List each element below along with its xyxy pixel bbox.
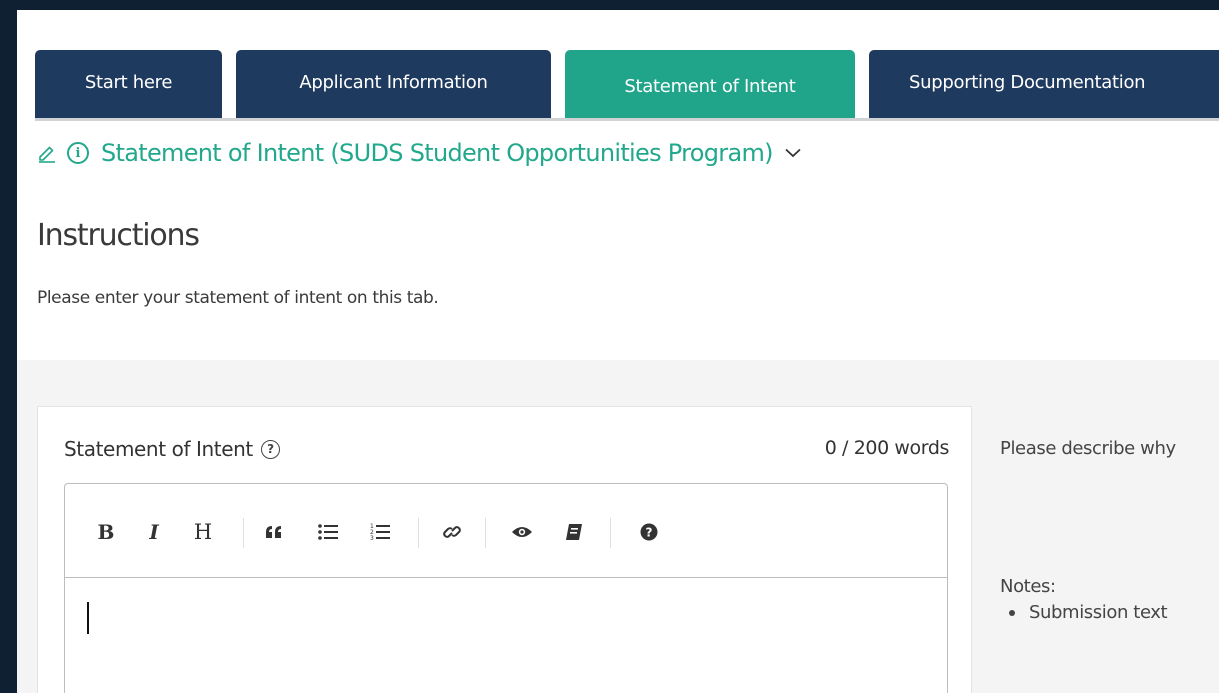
italic-button[interactable]: I bbox=[147, 520, 161, 544]
tab-underline bbox=[35, 118, 1219, 121]
guide-icon[interactable] bbox=[565, 520, 583, 544]
notes-item-text: Submission text bbox=[1029, 602, 1168, 623]
link-icon[interactable] bbox=[442, 520, 462, 544]
field-label: Statement of Intent ? bbox=[64, 437, 280, 461]
field-label-text: Statement of Intent bbox=[64, 437, 253, 461]
tab-label: Applicant Information bbox=[299, 71, 488, 93]
pencil-icon[interactable] bbox=[37, 143, 57, 163]
statement-editor[interactable]: B I H 1 2 3 ? bbox=[64, 483, 948, 693]
tab-supporting-documentation[interactable]: Supporting Documentation bbox=[869, 50, 1219, 118]
text-caret bbox=[87, 602, 89, 634]
section-title: Statement of Intent (SUDS Student Opport… bbox=[101, 139, 774, 167]
svg-text:3: 3 bbox=[370, 535, 374, 542]
tab-applicant-information[interactable]: Applicant Information bbox=[236, 50, 551, 118]
notes-label: Notes: bbox=[1000, 576, 1056, 597]
tab-start-here[interactable]: Start here bbox=[35, 50, 222, 118]
tab-label: Supporting Documentation bbox=[909, 71, 1146, 93]
heading-button[interactable]: H bbox=[192, 520, 214, 544]
instructions-text: Please enter your statement of intent on… bbox=[37, 288, 439, 308]
section-header[interactable]: i Statement of Intent (SUDS Student Oppo… bbox=[37, 134, 801, 172]
notes-item: Submission text bbox=[1007, 602, 1168, 623]
unordered-list-icon[interactable] bbox=[318, 520, 338, 544]
editor-toolbar: B I H 1 2 3 ? bbox=[65, 484, 947, 578]
toolbar-separator bbox=[485, 518, 486, 548]
help-icon[interactable]: ? bbox=[640, 520, 658, 544]
toolbar-separator bbox=[610, 518, 611, 548]
tab-label: Statement of Intent bbox=[624, 75, 796, 97]
instructions-heading: Instructions bbox=[37, 218, 200, 253]
statement-card: Statement of Intent ? 0 / 200 words B I … bbox=[37, 406, 972, 693]
bold-button[interactable]: B bbox=[97, 520, 115, 544]
tab-label: Start here bbox=[84, 71, 173, 93]
svg-text:?: ? bbox=[646, 526, 653, 540]
word-count: 0 / 200 words bbox=[824, 437, 950, 459]
bullet-icon bbox=[1009, 609, 1015, 616]
application-form: Start here Applicant Information Stateme… bbox=[17, 10, 1219, 693]
tab-statement-of-intent[interactable]: Statement of Intent bbox=[565, 50, 855, 118]
toolbar-separator bbox=[243, 518, 244, 548]
help-circle-icon[interactable]: ? bbox=[260, 439, 280, 459]
tab-bar: Start here Applicant Information Stateme… bbox=[35, 50, 1219, 118]
quote-icon[interactable] bbox=[265, 520, 283, 544]
chevron-down-icon[interactable] bbox=[785, 148, 801, 158]
ordered-list-icon[interactable]: 1 2 3 bbox=[370, 520, 390, 544]
preview-icon[interactable] bbox=[511, 520, 533, 544]
field-description: Please describe why bbox=[1000, 438, 1176, 459]
info-icon[interactable]: i bbox=[67, 142, 89, 164]
toolbar-separator bbox=[418, 518, 419, 548]
